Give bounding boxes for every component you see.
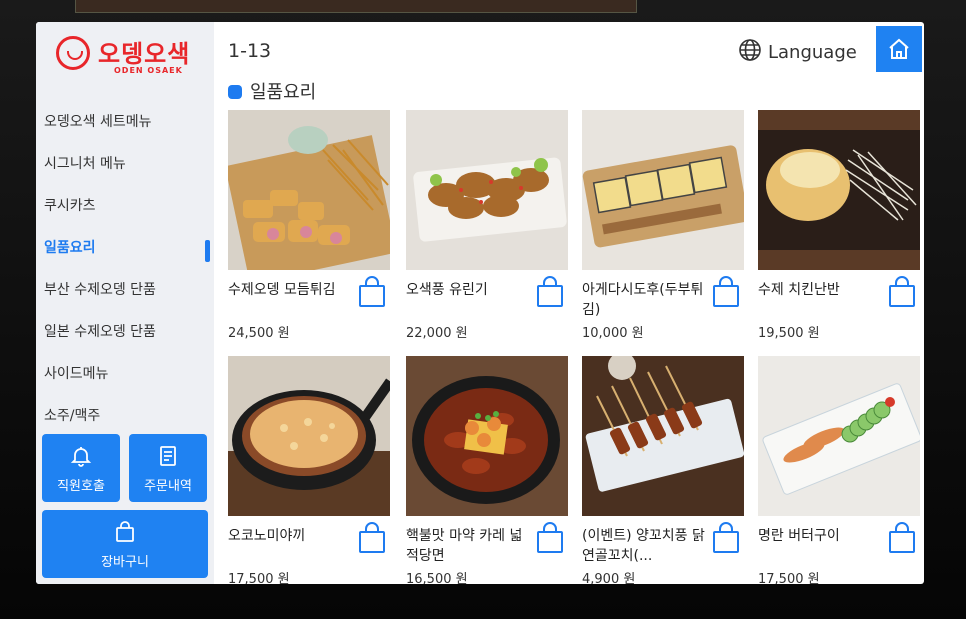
globe-icon [739, 39, 761, 61]
item-price: 16,500 원 [406, 572, 468, 584]
food-photo [758, 110, 920, 270]
sidebar-item-label: 시그니처 메뉴 [44, 156, 126, 172]
order-history-label: 주문내역 [144, 479, 192, 494]
call-staff-button[interactable]: 직원호출 [42, 434, 120, 502]
food-photo [406, 110, 568, 270]
item-name: 수제오뎅 모듬튀김 [228, 282, 336, 298]
home-icon [889, 38, 909, 59]
food-photo [582, 356, 744, 516]
sidebar-item-a-la-carte[interactable]: 일품요리 [44, 230, 214, 266]
sidebar-item-side-menu[interactable]: 사이드메뉴 [44, 356, 214, 392]
menu-item-card[interactable]: 오코노미야끼 17,500 원 [228, 356, 390, 584]
brand-title: 오뎅오색 [98, 40, 191, 68]
menu-item-card[interactable]: 수제오뎅 모듬튀김 24,500 원 [228, 110, 390, 350]
page-indicator: 1-13 [228, 40, 272, 62]
add-to-cart-icon[interactable] [536, 276, 564, 308]
item-price: 22,000 원 [406, 326, 468, 341]
menu-item-card[interactable]: (이벤트) 양꼬치풍 닭연골꼬치(... 4,900 원 [582, 356, 744, 584]
item-name: 핵불맛 마약 카레 넓적당면 [406, 528, 523, 564]
menu-item-card[interactable]: 아게다시도후(두부튀김) 10,000 원 [582, 110, 744, 350]
add-to-cart-icon[interactable] [712, 276, 740, 308]
add-to-cart-icon[interactable] [358, 522, 386, 554]
sidebar-item-label: 일품요리 [44, 240, 96, 256]
language-button[interactable]: Language [738, 38, 857, 63]
menu-item-card[interactable]: 명란 버터구이 17,500 원 [758, 356, 920, 584]
sidebar-item-soju-beer[interactable]: 소주/맥주 [44, 398, 214, 434]
sidebar-item-signature[interactable]: 시그니처 메뉴 [44, 146, 214, 182]
sidebar-item-kushikatsu[interactable]: 쿠시카츠 [44, 188, 214, 224]
cart-label: 장바구니 [101, 555, 149, 570]
sidebar-item-label: 쿠시카츠 [44, 198, 96, 214]
item-name: 오코노미야끼 [228, 528, 306, 544]
menu-item-card[interactable]: 핵불맛 마약 카레 넓적당면 16,500 원 [406, 356, 568, 584]
bezel-top-strip [75, 0, 637, 13]
sidebar-item-set-menu[interactable]: 오뎅오색 세트메뉴 [44, 104, 214, 140]
item-price: 17,500 원 [758, 572, 820, 584]
section-title: 일품요리 [228, 78, 316, 104]
item-price: 10,000 원 [582, 326, 644, 341]
home-button[interactable] [876, 26, 922, 72]
order-history-button[interactable]: 주문내역 [129, 434, 207, 502]
bell-icon [70, 447, 92, 467]
sidebar-item-label: 소주/맥주 [44, 408, 101, 424]
item-name: (이벤트) 양꼬치풍 닭연골꼬치(... [582, 528, 705, 564]
sidebar-item-label: 일본 수제오뎅 단품 [44, 324, 156, 340]
food-photo [758, 356, 920, 516]
section-dot-icon [228, 85, 242, 99]
item-price: 24,500 원 [228, 326, 290, 341]
call-staff-label: 직원호출 [57, 479, 105, 494]
menu-item-card[interactable]: 수제 치킨난반 19,500 원 [758, 110, 920, 350]
item-price: 4,900 원 [582, 572, 636, 584]
main-content: 1-13 Language 일품요리 수제오뎅 모듬튀김 24,500 원 오색… [214, 22, 924, 584]
item-name: 오색풍 유린기 [406, 282, 488, 298]
add-to-cart-icon[interactable] [888, 276, 916, 308]
sidebar-item-label: 사이드메뉴 [44, 366, 109, 382]
food-photo [582, 110, 744, 270]
active-indicator [205, 240, 210, 262]
add-to-cart-icon[interactable] [536, 522, 564, 554]
sidebar-item-label: 부산 수제오뎅 단품 [44, 282, 156, 298]
item-name: 수제 치킨난반 [758, 282, 840, 298]
shopping-bag-icon [116, 521, 134, 542]
language-label: Language [768, 42, 857, 63]
add-to-cart-icon[interactable] [888, 522, 916, 554]
cart-button[interactable]: 장바구니 [42, 510, 208, 578]
brand-subtitle: ODEN OSAEK [114, 66, 183, 75]
food-photo [228, 356, 390, 516]
item-name: 명란 버터구이 [758, 528, 840, 544]
brand-logo: 오뎅오색 ODEN OSAEK [56, 34, 216, 80]
menu-item-card[interactable]: 오색풍 유린기 22,000 원 [406, 110, 568, 350]
logo-mark-icon [56, 36, 90, 70]
section-title-text: 일품요리 [250, 82, 317, 103]
add-to-cart-icon[interactable] [712, 522, 740, 554]
sidebar-item-japan-oden[interactable]: 일본 수제오뎅 단품 [44, 314, 214, 350]
receipt-icon [160, 446, 176, 466]
food-photo [228, 110, 390, 270]
sidebar: 오뎅오색 ODEN OSAEK 오뎅오색 세트메뉴 시그니처 메뉴 쿠시카츠 일… [36, 22, 214, 584]
food-photo [406, 356, 568, 516]
item-price: 19,500 원 [758, 326, 820, 341]
kiosk-screen: 오뎅오색 ODEN OSAEK 오뎅오색 세트메뉴 시그니처 메뉴 쿠시카츠 일… [36, 22, 924, 584]
sidebar-item-label: 오뎅오색 세트메뉴 [44, 114, 152, 130]
item-name: 아게다시도후(두부튀김) [582, 282, 704, 318]
item-price: 17,500 원 [228, 572, 290, 584]
add-to-cart-icon[interactable] [358, 276, 386, 308]
sidebar-item-busan-oden[interactable]: 부산 수제오뎅 단품 [44, 272, 214, 308]
